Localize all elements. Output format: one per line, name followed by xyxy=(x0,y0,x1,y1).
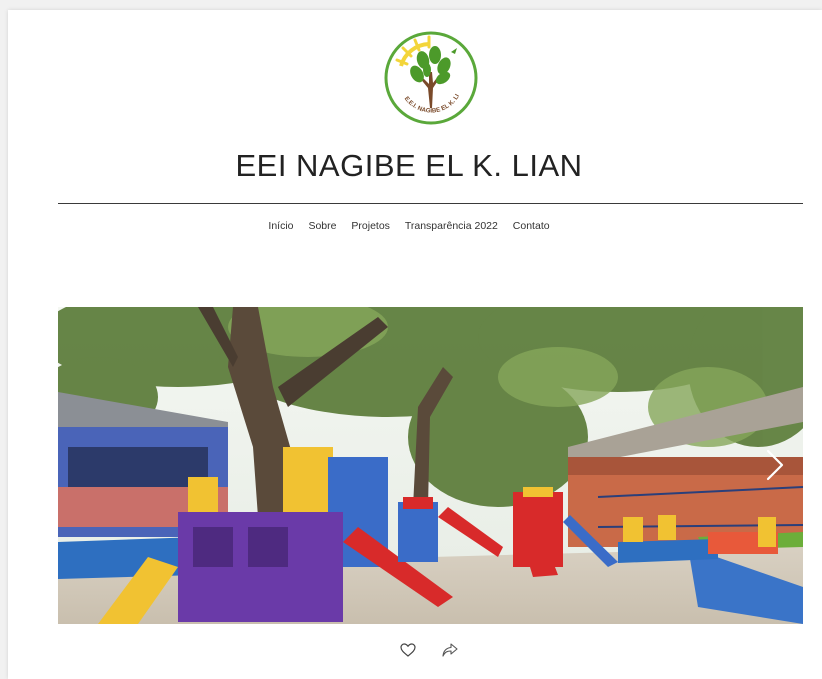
heart-icon[interactable] xyxy=(400,643,416,662)
chevron-right-icon[interactable] xyxy=(763,447,787,483)
share-icon[interactable] xyxy=(442,643,459,662)
slideshow[interactable] xyxy=(58,307,803,624)
nav-item-transparencia[interactable]: Transparência 2022 xyxy=(405,220,498,232)
nav-item-projetos[interactable]: Projetos xyxy=(351,220,390,232)
playground-photo xyxy=(58,307,803,624)
main-nav: Início Sobre Projetos Transparência 2022… xyxy=(8,220,810,232)
school-logo[interactable]: E.E.I. NAGIBE EL K. LIAN xyxy=(381,25,479,126)
tree-icon: E.E.I. NAGIBE EL K. LIAN xyxy=(381,25,478,125)
site-title[interactable]: EEI NAGIBE EL K. LIAN xyxy=(8,148,810,184)
nav-item-contato[interactable]: Contato xyxy=(513,220,550,232)
page-container: E.E.I. NAGIBE EL K. LIAN EEI NAGIBE EL K… xyxy=(8,10,822,679)
social-actions xyxy=(400,643,480,663)
nav-item-sobre[interactable]: Sobre xyxy=(308,220,336,232)
header-divider xyxy=(58,203,803,204)
nav-item-inicio[interactable]: Início xyxy=(268,220,293,232)
